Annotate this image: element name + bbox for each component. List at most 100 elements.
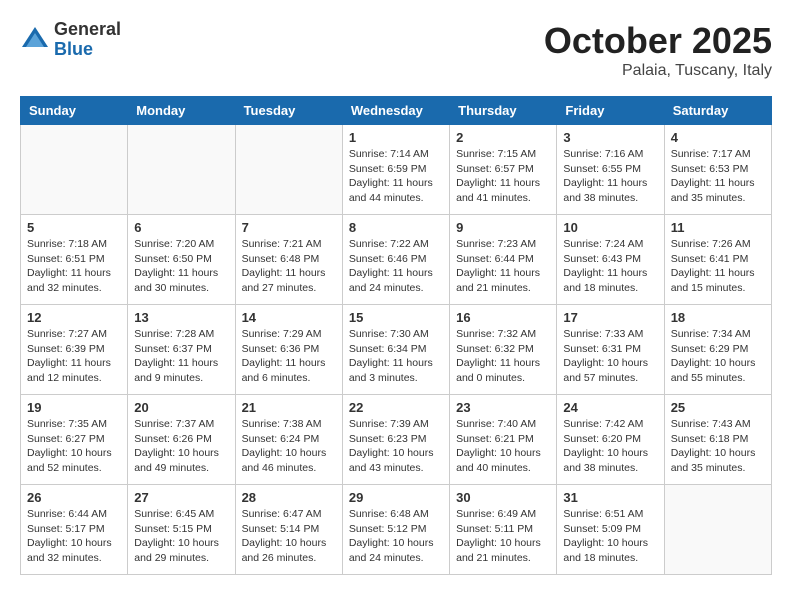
calendar-cell: 16Sunrise: 7:32 AM Sunset: 6:32 PM Dayli… — [450, 305, 557, 395]
calendar-cell: 4 Sunrise: 7:17 AM Sunset: 6:53 PM Daylig… — [664, 125, 771, 215]
calendar-cell: 7Sunrise: 7:21 AM Sunset: 6:48 PM Daylig… — [235, 215, 342, 305]
calendar-table: SundayMondayTuesdayWednesdayThursdayFrid… — [20, 96, 772, 575]
week-row-5: 26 Sunrise: 6:44 AM Sunset: 5:17 PM Dayli… — [21, 485, 772, 575]
day-info: Sunrise: 7:18 AM Sunset: 6:51 PM Dayligh… — [27, 237, 121, 296]
week-row-1: 1 Sunrise: 7:14 AM Sunset: 6:59 PM Daylig… — [21, 125, 772, 215]
week-row-3: 12Sunrise: 7:27 AM Sunset: 6:39 PM Dayli… — [21, 305, 772, 395]
page-header: General Blue October 2025 Palaia, Tuscan… — [20, 20, 772, 80]
month-title: October 2025 — [544, 20, 772, 62]
calendar-cell: 2 Sunrise: 7:15 AM Sunset: 6:57 PM Daylig… — [450, 125, 557, 215]
calendar-cell: 24Sunrise: 7:42 AM Sunset: 6:20 PM Dayli… — [557, 395, 664, 485]
weekday-header-thursday: Thursday — [450, 97, 557, 125]
calendar-cell: 1 Sunrise: 7:14 AM Sunset: 6:59 PM Daylig… — [342, 125, 449, 215]
day-number: 7 — [242, 220, 336, 235]
day-number: 10 — [563, 220, 657, 235]
day-info: Sunrise: 7:28 AM Sunset: 6:37 PM Dayligh… — [134, 327, 228, 386]
day-info: Sunrise: 7:32 AM Sunset: 6:32 PM Dayligh… — [456, 327, 550, 386]
logo: General Blue — [20, 20, 121, 60]
week-row-2: 5Sunrise: 7:18 AM Sunset: 6:51 PM Daylig… — [21, 215, 772, 305]
weekday-header-friday: Friday — [557, 97, 664, 125]
day-info: Sunrise: 6:47 AM Sunset: 5:14 PM Dayligh… — [242, 507, 336, 566]
calendar-cell: 9 Sunrise: 7:23 AM Sunset: 6:44 PM Daylig… — [450, 215, 557, 305]
day-number: 31 — [563, 490, 657, 505]
day-number: 29 — [349, 490, 443, 505]
day-info: Sunrise: 7:20 AM Sunset: 6:50 PM Dayligh… — [134, 237, 228, 296]
calendar-cell: 22Sunrise: 7:39 AM Sunset: 6:23 PM Dayli… — [342, 395, 449, 485]
day-info: Sunrise: 7:14 AM Sunset: 6:59 PM Dayligh… — [349, 147, 443, 206]
calendar-cell: 14 Sunrise: 7:29 AM Sunset: 6:36 PM Dayli… — [235, 305, 342, 395]
day-number: 9 — [456, 220, 550, 235]
calendar-cell: 31 Sunrise: 6:51 AM Sunset: 5:09 PM Dayli… — [557, 485, 664, 575]
day-info: Sunrise: 6:49 AM Sunset: 5:11 PM Dayligh… — [456, 507, 550, 566]
logo-general: General — [54, 20, 121, 40]
calendar-cell: 19 Sunrise: 7:35 AM Sunset: 6:27 PM Dayli… — [21, 395, 128, 485]
day-info: Sunrise: 6:51 AM Sunset: 5:09 PM Dayligh… — [563, 507, 657, 566]
day-number: 12 — [27, 310, 121, 325]
calendar-cell: 17Sunrise: 7:33 AM Sunset: 6:31 PM Dayli… — [557, 305, 664, 395]
day-number: 11 — [671, 220, 765, 235]
calendar-cell: 13Sunrise: 7:28 AM Sunset: 6:37 PM Dayli… — [128, 305, 235, 395]
logo-blue-text: Blue — [54, 40, 121, 60]
calendar-cell: 20 Sunrise: 7:37 AM Sunset: 6:26 PM Dayli… — [128, 395, 235, 485]
calendar-cell — [21, 125, 128, 215]
day-number: 14 — [242, 310, 336, 325]
calendar-cell: 10 Sunrise: 7:24 AM Sunset: 6:43 PM Dayli… — [557, 215, 664, 305]
day-info: Sunrise: 7:23 AM Sunset: 6:44 PM Dayligh… — [456, 237, 550, 296]
day-info: Sunrise: 7:15 AM Sunset: 6:57 PM Dayligh… — [456, 147, 550, 206]
day-info: Sunrise: 7:34 AM Sunset: 6:29 PM Dayligh… — [671, 327, 765, 386]
day-info: Sunrise: 7:33 AM Sunset: 6:31 PM Dayligh… — [563, 327, 657, 386]
calendar-cell: 26 Sunrise: 6:44 AM Sunset: 5:17 PM Dayli… — [21, 485, 128, 575]
day-number: 20 — [134, 400, 228, 415]
day-number: 3 — [563, 130, 657, 145]
day-number: 30 — [456, 490, 550, 505]
calendar-cell: 29Sunrise: 6:48 AM Sunset: 5:12 PM Dayli… — [342, 485, 449, 575]
calendar-cell — [664, 485, 771, 575]
day-info: Sunrise: 6:45 AM Sunset: 5:15 PM Dayligh… — [134, 507, 228, 566]
day-info: Sunrise: 7:30 AM Sunset: 6:34 PM Dayligh… — [349, 327, 443, 386]
weekday-header-row: SundayMondayTuesdayWednesdayThursdayFrid… — [21, 97, 772, 125]
day-number: 8 — [349, 220, 443, 235]
day-info: Sunrise: 7:22 AM Sunset: 6:46 PM Dayligh… — [349, 237, 443, 296]
day-number: 28 — [242, 490, 336, 505]
weekday-header-wednesday: Wednesday — [342, 97, 449, 125]
weekday-header-tuesday: Tuesday — [235, 97, 342, 125]
day-number: 26 — [27, 490, 121, 505]
calendar-cell: 30 Sunrise: 6:49 AM Sunset: 5:11 PM Dayli… — [450, 485, 557, 575]
calendar-cell — [235, 125, 342, 215]
calendar-cell: 3 Sunrise: 7:16 AM Sunset: 6:55 PM Daylig… — [557, 125, 664, 215]
calendar-cell: 5Sunrise: 7:18 AM Sunset: 6:51 PM Daylig… — [21, 215, 128, 305]
day-info: Sunrise: 7:26 AM Sunset: 6:41 PM Dayligh… — [671, 237, 765, 296]
day-info: Sunrise: 6:44 AM Sunset: 5:17 PM Dayligh… — [27, 507, 121, 566]
day-info: Sunrise: 7:16 AM Sunset: 6:55 PM Dayligh… — [563, 147, 657, 206]
logo-text: General Blue — [54, 20, 121, 60]
day-number: 19 — [27, 400, 121, 415]
day-info: Sunrise: 7:35 AM Sunset: 6:27 PM Dayligh… — [27, 417, 121, 476]
calendar-cell: 12Sunrise: 7:27 AM Sunset: 6:39 PM Dayli… — [21, 305, 128, 395]
day-number: 23 — [456, 400, 550, 415]
day-info: Sunrise: 7:38 AM Sunset: 6:24 PM Dayligh… — [242, 417, 336, 476]
calendar-cell: 15Sunrise: 7:30 AM Sunset: 6:34 PM Dayli… — [342, 305, 449, 395]
weekday-header-monday: Monday — [128, 97, 235, 125]
day-number: 22 — [349, 400, 443, 415]
calendar-cell: 6 Sunrise: 7:20 AM Sunset: 6:50 PM Daylig… — [128, 215, 235, 305]
calendar-cell: 25Sunrise: 7:43 AM Sunset: 6:18 PM Dayli… — [664, 395, 771, 485]
calendar-cell: 28 Sunrise: 6:47 AM Sunset: 5:14 PM Dayli… — [235, 485, 342, 575]
day-number: 6 — [134, 220, 228, 235]
weekday-header-sunday: Sunday — [21, 97, 128, 125]
calendar-cell: 11 Sunrise: 7:26 AM Sunset: 6:41 PM Dayli… — [664, 215, 771, 305]
day-info: Sunrise: 7:17 AM Sunset: 6:53 PM Dayligh… — [671, 147, 765, 206]
day-number: 4 — [671, 130, 765, 145]
calendar-cell — [128, 125, 235, 215]
day-number: 24 — [563, 400, 657, 415]
day-info: Sunrise: 7:37 AM Sunset: 6:26 PM Dayligh… — [134, 417, 228, 476]
calendar-cell: 8 Sunrise: 7:22 AM Sunset: 6:46 PM Daylig… — [342, 215, 449, 305]
day-info: Sunrise: 7:29 AM Sunset: 6:36 PM Dayligh… — [242, 327, 336, 386]
day-number: 1 — [349, 130, 443, 145]
calendar-cell: 27Sunrise: 6:45 AM Sunset: 5:15 PM Dayli… — [128, 485, 235, 575]
day-info: Sunrise: 7:24 AM Sunset: 6:43 PM Dayligh… — [563, 237, 657, 296]
logo-icon — [20, 25, 50, 55]
title-block: October 2025 Palaia, Tuscany, Italy — [544, 20, 772, 80]
day-number: 2 — [456, 130, 550, 145]
calendar-cell: 21Sunrise: 7:38 AM Sunset: 6:24 PM Dayli… — [235, 395, 342, 485]
location: Palaia, Tuscany, Italy — [544, 62, 772, 80]
